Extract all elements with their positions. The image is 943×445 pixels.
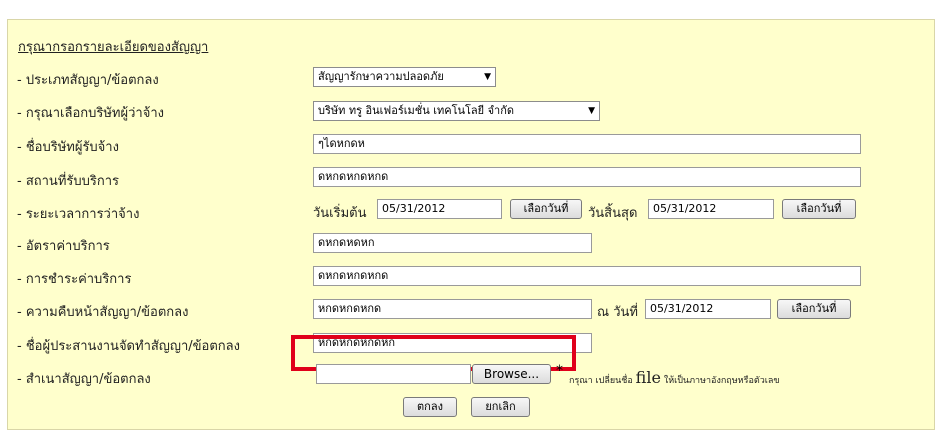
label-employer: - กรุณาเลือกบริษัทผู้ว่าจ้าง: [17, 106, 164, 121]
contract-type-select[interactable]: สัญญารักษาความปลอดภัย ▼: [313, 67, 496, 87]
start-date-label: วันเริ่มต้น: [313, 206, 367, 221]
progress-date-label: ณ วันที่: [597, 305, 638, 320]
label-rate: - อัตราค่าบริการ: [17, 239, 110, 254]
label-progress: - ความคืบหน้าสัญญา/ข้อตกลง: [17, 305, 189, 320]
progress-date-field[interactable]: 05/31/2012: [645, 299, 771, 319]
form-heading: กรุณากรอกรายละเอียดของสัญญา: [18, 40, 209, 55]
service-rate-field[interactable]: ดหกดหดหก: [313, 233, 592, 253]
label-payment: - การชำระค่าบริการ: [17, 272, 132, 287]
employer-value: บริษัท ทรู อินเฟอร์เมชั่น เทคโนโลยี จำกั…: [318, 104, 515, 117]
file-rename-note: กรุณา เปลี่ยนชื่อ file ให้เป็นภาษาอังกฤษ…: [569, 368, 780, 387]
start-date-field[interactable]: 05/31/2012: [377, 199, 502, 219]
end-date-field[interactable]: 05/31/2012: [648, 199, 774, 219]
progress-field[interactable]: หกดหกดหกด: [313, 299, 592, 319]
browse-button[interactable]: Browse...: [472, 364, 551, 384]
cancel-button[interactable]: ยกเลิก: [471, 397, 530, 417]
note-suffix: ให้เป็นภาษาอังกฤษหรือตัวเลข: [663, 376, 780, 386]
required-mark: *: [556, 363, 563, 379]
payment-field[interactable]: ดหกดหกดหกด: [313, 266, 861, 286]
chevron-down-icon: ▼: [588, 106, 595, 116]
submit-button[interactable]: ตกลง: [403, 397, 457, 417]
chevron-down-icon: ▼: [484, 72, 491, 82]
employer-select[interactable]: บริษัท ทรู อินเฟอร์เมชั่น เทคโนโลยี จำกั…: [313, 101, 600, 121]
label-period: - ระยะเวลาการว่าจ้าง: [17, 207, 140, 222]
label-contract-copy: - สำเนาสัญญา/ข้อตกลง: [17, 372, 151, 387]
note-prefix: กรุณา เปลี่ยนชื่อ: [569, 376, 633, 386]
label-coordinator: - ชื่อผู้ประสานงานจัดทำสัญญา/ข้อตกลง: [17, 339, 240, 354]
label-contract-type: - ประเภทสัญญา/ข้อตกลง: [17, 73, 159, 88]
contract-type-value: สัญญารักษาความปลอดภัย: [318, 70, 444, 83]
file-path-field[interactable]: [316, 364, 471, 384]
start-date-pick-button[interactable]: เลือกวันที่: [510, 199, 582, 219]
label-contractor: - ชื่อบริษัทผู้รับจ้าง: [17, 140, 119, 155]
note-file-word: file: [635, 368, 661, 387]
end-date-label: วันสิ้นสุด: [588, 206, 638, 221]
contractor-name-field[interactable]: ๆไดหกดห: [313, 134, 861, 154]
progress-date-pick-button[interactable]: เลือกวันที่: [777, 299, 851, 319]
service-location-field[interactable]: ดหกดหกดหกด: [313, 167, 861, 187]
label-location: - สถานที่รับบริการ: [17, 174, 120, 189]
end-date-pick-button[interactable]: เลือกวันที่: [782, 199, 856, 219]
